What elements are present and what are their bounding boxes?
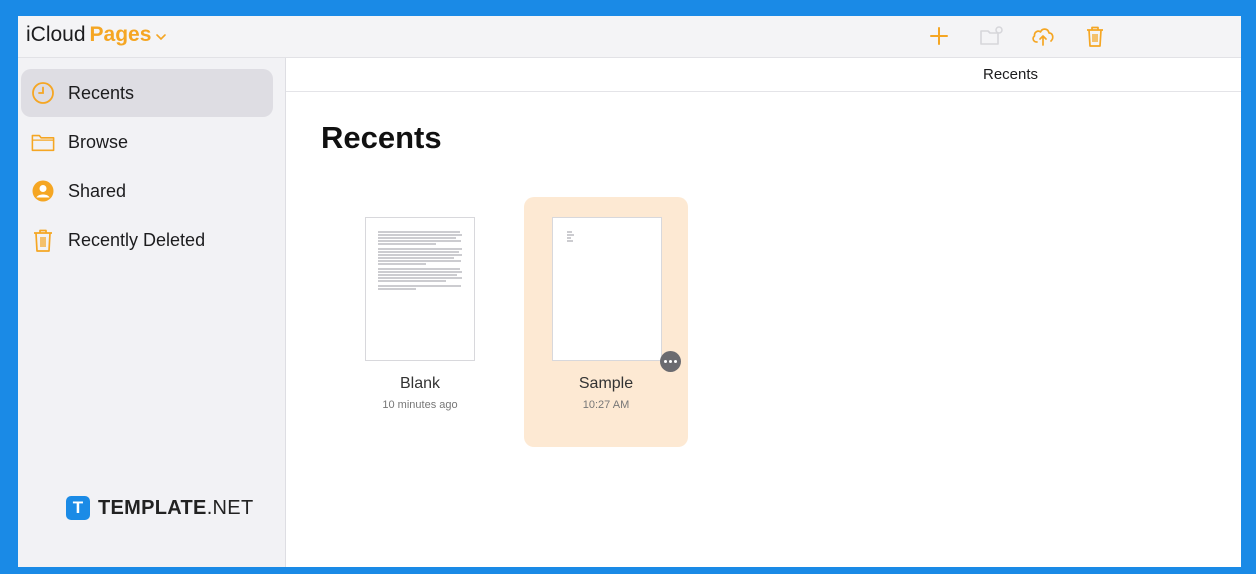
sidebar-item-recently-deleted[interactable]: Recently Deleted <box>21 216 273 264</box>
app-window: iCloud Pages Recents Browse Shared Recen… <box>18 16 1241 567</box>
sidebar-item-recents[interactable]: Recents <box>21 69 273 117</box>
chevron-down-icon <box>156 34 167 41</box>
sidebar: Recents Browse Shared Recently Deleted T… <box>18 58 286 567</box>
trash-icon <box>31 228 55 252</box>
folder-icon <box>31 130 55 154</box>
sidebar-item-label: Recently Deleted <box>68 229 206 250</box>
nav-bar: Recents <box>286 58 1241 92</box>
app-switcher[interactable]: iCloud Pages <box>26 22 167 48</box>
create-document-button[interactable] <box>923 20 955 52</box>
upload-button[interactable] <box>1027 20 1059 52</box>
document-time: 10:27 AM <box>582 399 630 411</box>
document-blank[interactable]: Blank 10 minutes ago <box>338 197 502 447</box>
logo-mark: T <box>66 496 90 520</box>
document-name: Sample <box>578 375 634 392</box>
sidebar-item-browse[interactable]: Browse <box>21 118 273 166</box>
new-folder-button[interactable] <box>975 20 1007 52</box>
sidebar-item-label: Recents <box>68 82 135 103</box>
logo-text: TEMPLATE.NET <box>98 496 254 519</box>
document-thumbnail <box>552 217 681 372</box>
sidebar-item-label: Browse <box>68 131 129 152</box>
more-options-button[interactable] <box>660 351 681 372</box>
toolbar <box>923 20 1111 52</box>
person-circle-icon <box>31 179 55 203</box>
sidebar-item-shared[interactable]: Shared <box>21 167 273 215</box>
brand-product: Pages <box>89 23 152 46</box>
clock-icon <box>31 81 55 105</box>
page-title: Recents <box>321 120 442 155</box>
main-content: Recents Recents Blank 10 minutes ago Sam… <box>286 58 1241 567</box>
top-bar: iCloud Pages <box>18 16 1241 58</box>
trash-icon <box>1087 26 1103 47</box>
delete-button[interactable] <box>1079 20 1111 52</box>
brand-prefix: iCloud <box>26 23 86 46</box>
document-name: Blank <box>399 375 441 392</box>
nav-title: Recents <box>983 66 1039 83</box>
new-folder-icon <box>980 26 1003 45</box>
document-time: 10 minutes ago <box>382 399 458 411</box>
template-net-logo: T TEMPLATE.NET <box>66 496 253 520</box>
plus-icon <box>930 27 948 45</box>
document-thumbnail <box>365 217 475 361</box>
document-sample[interactable]: Sample 10:27 AM <box>524 197 688 447</box>
cloud-upload-icon <box>1032 28 1054 46</box>
sidebar-item-label: Shared <box>68 180 127 201</box>
